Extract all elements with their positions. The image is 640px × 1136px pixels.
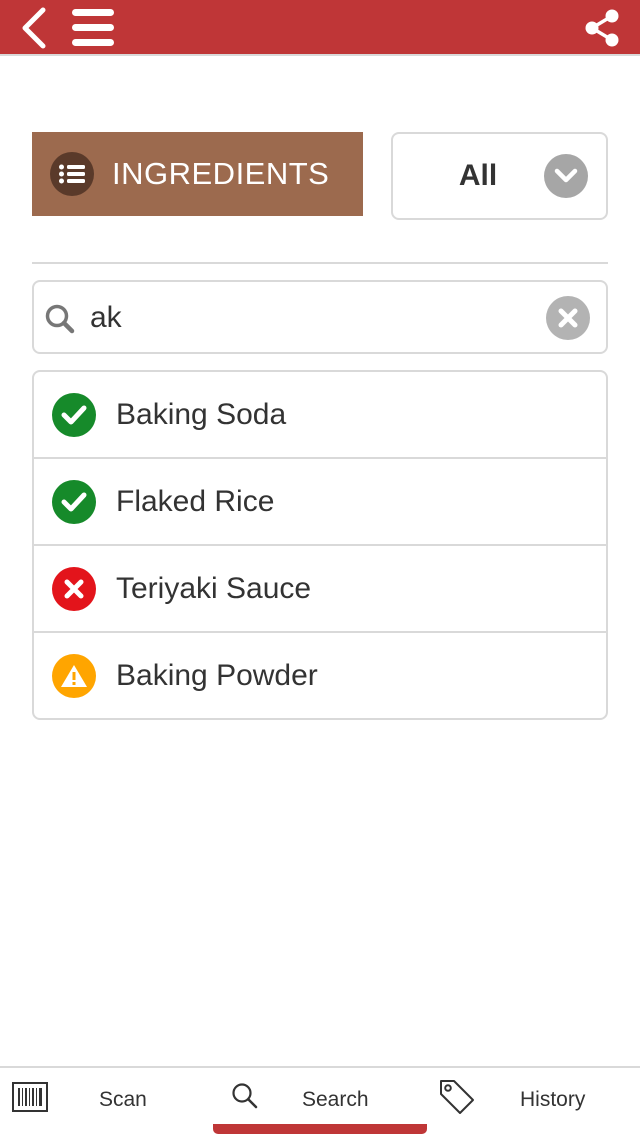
ingredients-label: INGREDIENTS bbox=[112, 156, 330, 191]
nav-tab-scan[interactable]: Scan bbox=[12, 1068, 202, 1136]
search-input[interactable] bbox=[90, 296, 540, 340]
nav-tab-history[interactable]: History bbox=[438, 1068, 628, 1136]
search-icon bbox=[231, 1082, 259, 1115]
category-filter-bar: INGREDIENTS All bbox=[32, 132, 608, 220]
result-row-teriyaki-sauce[interactable]: Teriyaki Sauce bbox=[34, 546, 606, 633]
x-icon bbox=[52, 566, 96, 611]
search-icon bbox=[44, 303, 76, 335]
check-icon bbox=[52, 479, 96, 524]
top-bar bbox=[0, 0, 640, 56]
ingredients-category-button[interactable]: INGREDIENTS bbox=[32, 132, 363, 216]
nav-label-scan: Scan bbox=[99, 1088, 147, 1111]
search-field bbox=[32, 280, 608, 354]
result-row-flaked-rice[interactable]: Flaked Rice bbox=[34, 459, 606, 546]
result-name: Baking Powder bbox=[116, 658, 318, 692]
filter-selected-value: All bbox=[458, 159, 498, 192]
list-icon bbox=[50, 152, 94, 196]
nav-label-search: Search bbox=[302, 1088, 369, 1111]
active-tab-indicator bbox=[213, 1124, 427, 1134]
result-name: Flaked Rice bbox=[116, 484, 275, 518]
check-icon bbox=[52, 392, 96, 437]
section-divider bbox=[32, 262, 608, 264]
hamburger-menu-icon[interactable] bbox=[70, 0, 116, 56]
search-results-list: Baking Soda Flaked Rice Teriyaki Sauce B… bbox=[32, 370, 608, 720]
chevron-down-icon bbox=[544, 154, 588, 198]
share-icon[interactable] bbox=[582, 0, 622, 56]
result-row-baking-soda[interactable]: Baking Soda bbox=[34, 372, 606, 459]
tag-icon bbox=[438, 1078, 476, 1121]
warning-icon bbox=[52, 653, 96, 698]
result-name: Teriyaki Sauce bbox=[116, 571, 312, 605]
clear-search-icon[interactable] bbox=[546, 296, 590, 340]
barcode-icon bbox=[12, 1082, 48, 1117]
nav-label-history: History bbox=[520, 1088, 586, 1111]
status-filter-dropdown[interactable]: All bbox=[391, 132, 608, 220]
back-chevron-icon[interactable] bbox=[14, 0, 54, 56]
result-row-baking-powder[interactable]: Baking Powder bbox=[34, 633, 606, 718]
result-name: Baking Soda bbox=[116, 397, 287, 431]
